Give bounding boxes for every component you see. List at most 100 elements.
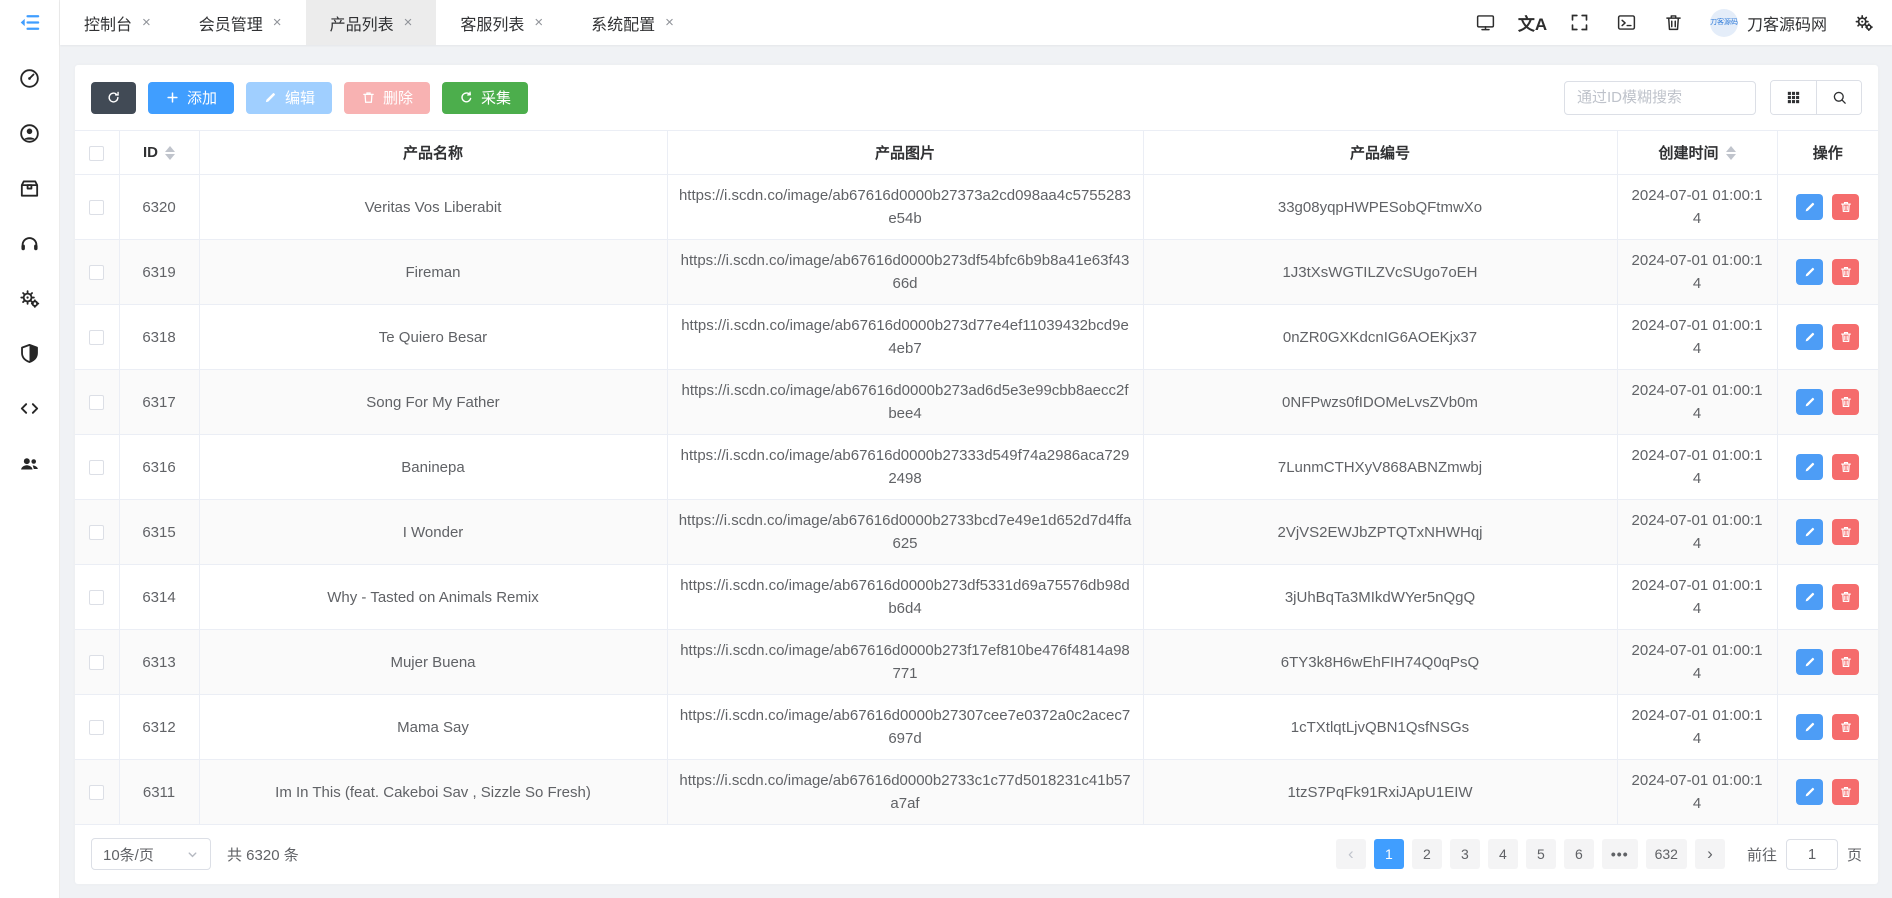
table-row: 6318 Te Quiero Besar https://i.scdn.co/ima… — [75, 304, 1878, 370]
add-button[interactable]: 添加 — [148, 81, 235, 114]
next-page-button[interactable]: › — [1694, 839, 1725, 869]
tab-label: 客服列表 — [460, 16, 525, 34]
delete-row-button[interactable] — [1832, 648, 1860, 675]
row-checkbox[interactable] — [89, 395, 105, 411]
tab-close-icon[interactable]: × — [534, 15, 543, 30]
page-button-632[interactable]: 632 — [1645, 839, 1687, 869]
security-shield-icon[interactable] — [18, 342, 41, 365]
row-checkbox[interactable] — [89, 265, 105, 281]
settings-gears-icon[interactable] — [18, 287, 41, 310]
page-button-6[interactable]: 6 — [1563, 839, 1594, 869]
delete-row-button[interactable] — [1832, 583, 1860, 610]
edit-row-button[interactable] — [1796, 323, 1824, 350]
product-package-icon[interactable] — [18, 177, 41, 200]
user-brand[interactable]: 刀客源码 刀客源码网 — [1709, 8, 1827, 37]
translate-icon[interactable]: 文A — [1518, 12, 1547, 34]
support-headset-icon[interactable] — [18, 232, 41, 255]
collect-button-label: 采集 — [481, 90, 512, 107]
row-checkbox[interactable] — [89, 525, 105, 541]
edit-row-button[interactable] — [1796, 583, 1824, 610]
page-button-1[interactable]: 1 — [1373, 839, 1404, 869]
edit-row-button[interactable] — [1796, 713, 1824, 740]
page-button-3[interactable]: 3 — [1449, 839, 1480, 869]
tab-5[interactable]: 系统配置 × — [567, 0, 698, 45]
sort-icon[interactable] — [1725, 145, 1736, 160]
trash-icon — [363, 92, 374, 103]
page-size-select[interactable]: 10条/页 — [91, 838, 211, 870]
edit-button[interactable]: 编辑 — [246, 81, 333, 114]
row-checkbox[interactable] — [89, 200, 105, 216]
delete-row-button[interactable] — [1832, 323, 1860, 350]
monitor-icon[interactable] — [1475, 12, 1496, 33]
settings-gears-topbar-icon[interactable] — [1853, 12, 1874, 33]
header-id[interactable]: ID — [118, 130, 199, 175]
cell-select — [75, 369, 119, 435]
delete-row-button[interactable] — [1832, 713, 1860, 740]
page-button-2[interactable]: 2 — [1411, 839, 1442, 869]
code-icon[interactable] — [18, 397, 41, 420]
edit-row-button[interactable] — [1796, 258, 1824, 285]
collect-button[interactable]: 采集 — [442, 81, 529, 114]
cell-actions — [1776, 629, 1878, 695]
grid-icon — [1787, 91, 1800, 104]
member-user-icon[interactable] — [18, 122, 41, 145]
grid-view-button[interactable] — [1771, 81, 1816, 114]
edit-row-button[interactable] — [1796, 648, 1824, 675]
cell-id: 6320 — [118, 174, 199, 240]
edit-row-button[interactable] — [1796, 518, 1824, 545]
sort-icon[interactable] — [165, 145, 175, 160]
cell-actions — [1776, 564, 1878, 630]
search-input[interactable] — [1564, 80, 1756, 115]
tab-close-icon[interactable]: × — [142, 15, 151, 30]
row-checkbox[interactable] — [89, 330, 105, 346]
delete-row-button[interactable] — [1832, 193, 1860, 220]
delete-button[interactable]: 删除 — [344, 81, 431, 114]
edit-row-button[interactable] — [1796, 193, 1824, 220]
row-checkbox[interactable] — [89, 460, 105, 476]
toolbar: 添加 编辑 删除 采集 通过ID模糊搜索 — [75, 65, 1878, 130]
cell-select — [75, 759, 119, 825]
goto-page-input[interactable] — [1785, 838, 1838, 870]
edit-row-button[interactable] — [1796, 388, 1824, 415]
edit-row-button[interactable] — [1796, 453, 1824, 480]
row-checkbox[interactable] — [89, 720, 105, 736]
tab-close-icon[interactable]: × — [273, 15, 282, 30]
tab-close-icon[interactable]: × — [404, 15, 413, 30]
refresh-button[interactable] — [91, 81, 136, 114]
team-users-icon[interactable] — [18, 452, 41, 475]
tab-1[interactable]: 控制台 × — [60, 0, 175, 45]
cell-product-image-url: https://i.scdn.co/image/ab67616d0000b273… — [666, 499, 1143, 565]
tab-close-icon[interactable]: × — [665, 15, 674, 30]
cell-created-time: 2024-07-01 01:00:14 — [1616, 759, 1777, 825]
row-checkbox[interactable] — [89, 785, 105, 801]
edit-row-button[interactable] — [1796, 778, 1824, 805]
dashboard-icon[interactable] — [18, 67, 41, 90]
trash-icon — [1840, 461, 1851, 472]
collapse-menu-icon[interactable] — [18, 11, 41, 34]
delete-row-button[interactable] — [1832, 518, 1860, 545]
delete-row-button[interactable] — [1832, 258, 1860, 285]
page-button-5[interactable]: 5 — [1525, 839, 1556, 869]
pager-ellipsis[interactable]: ••• — [1601, 839, 1638, 869]
terminal-icon[interactable] — [1616, 12, 1637, 33]
row-checkbox[interactable] — [89, 590, 105, 606]
cell-product-name: Song For My Father — [198, 369, 667, 435]
delete-row-button[interactable] — [1832, 453, 1860, 480]
prev-page-button[interactable]: ‹ — [1335, 839, 1366, 869]
delete-row-button[interactable] — [1832, 388, 1860, 415]
fullscreen-icon[interactable] — [1569, 12, 1590, 33]
search-button[interactable] — [1816, 81, 1861, 114]
row-checkbox[interactable] — [89, 655, 105, 671]
page-button-4[interactable]: 4 — [1487, 839, 1518, 869]
pencil-icon — [1805, 462, 1814, 471]
header-created-time[interactable]: 创建时间 — [1616, 130, 1777, 175]
tab-4[interactable]: 客服列表 × — [436, 0, 567, 45]
table-body: 6320 Veritas Vos Liberabit https://i.scdn.… — [75, 174, 1878, 825]
select-all-checkbox[interactable] — [89, 145, 105, 161]
trash-icon[interactable] — [1663, 12, 1684, 33]
tab-2[interactable]: 会员管理 × — [175, 0, 306, 45]
tab-3[interactable]: 产品列表 × — [305, 0, 437, 45]
view-search-buttons — [1770, 80, 1862, 115]
delete-row-button[interactable] — [1832, 778, 1860, 805]
content-area: 添加 编辑 删除 采集 通过ID模糊搜索 ID 产品名称 产品图片 产品编号 创… — [60, 45, 1892, 898]
